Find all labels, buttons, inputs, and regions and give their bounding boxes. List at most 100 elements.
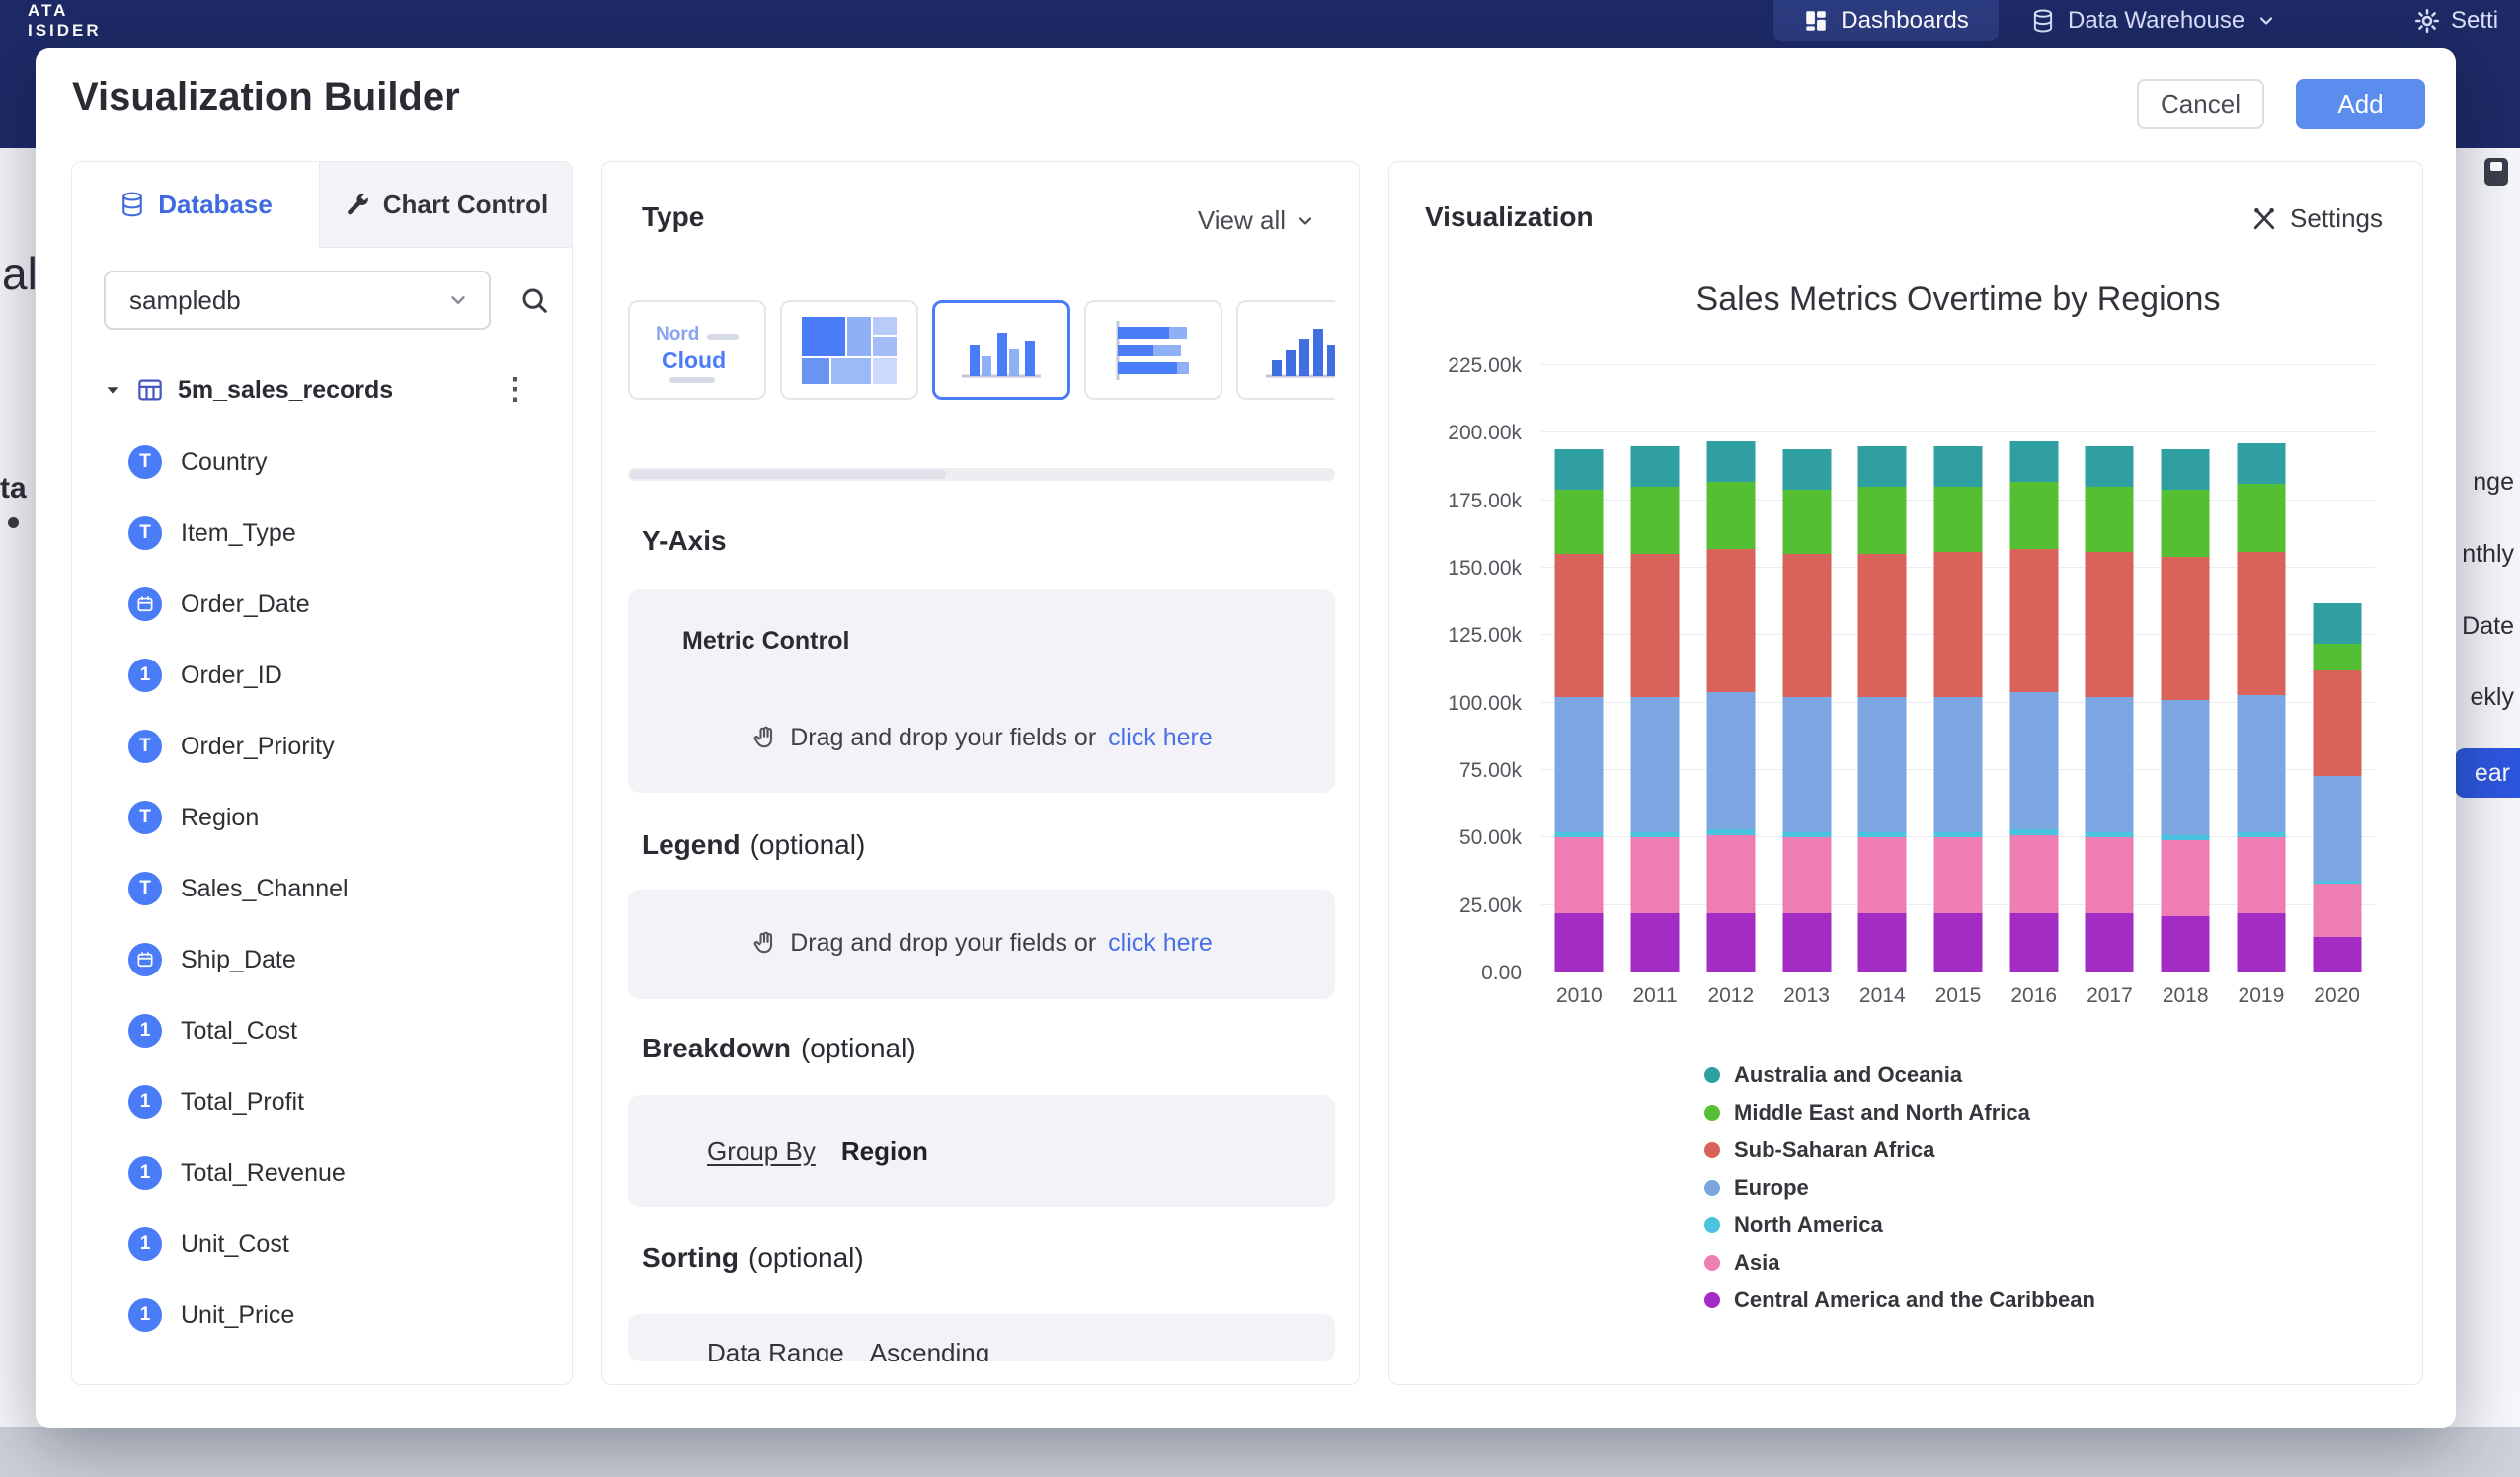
field-row-ship_date[interactable]: Ship_Date: [112, 924, 552, 995]
sorting-heading: Sorting(optional): [642, 1242, 864, 1274]
y-axis-heading: Y-Axis: [642, 525, 727, 557]
cancel-button[interactable]: Cancel: [2137, 79, 2264, 129]
field-row-order_date[interactable]: Order_Date: [112, 569, 552, 640]
histogram-thumbnail-icon: [1258, 317, 1335, 384]
search-icon[interactable]: [512, 278, 556, 322]
tab-chart-control[interactable]: Chart Control: [319, 162, 572, 248]
bar-segment: [1631, 913, 1680, 972]
x-axis-tick-label: 2019: [2224, 984, 2300, 1008]
bar-segment: [2237, 443, 2285, 484]
field-row-order_id[interactable]: 1Order_ID: [112, 640, 552, 711]
legend-item[interactable]: Sub-Saharan Africa: [1704, 1131, 2095, 1169]
chart-type-stacked-bar-selected[interactable]: [932, 300, 1070, 400]
bar-2015: [1921, 365, 1997, 972]
legend-item[interactable]: Asia: [1704, 1244, 2095, 1282]
bar-2012: [1693, 365, 1769, 972]
breakdown-dropzone[interactable]: Group By Region: [628, 1095, 1335, 1207]
table-icon: [135, 375, 165, 405]
bar-chart-thumbnail-icon: [954, 317, 1049, 384]
bar-segment: [1933, 837, 1982, 913]
bar-segment: [1858, 554, 1907, 697]
legend-dropzone[interactable]: Drag and drop your fields or click here: [628, 890, 1335, 999]
database-select-value: sampledb: [129, 285, 241, 316]
tab-database[interactable]: Database: [72, 162, 319, 247]
drop-hint-text: Drag and drop your fields or: [790, 724, 1096, 752]
viz-settings-label: Settings: [2290, 203, 2383, 234]
bar-segment: [1555, 913, 1604, 972]
nav-data-warehouse-button[interactable]: Data Warehouse: [2030, 0, 2276, 41]
table-tree-item[interactable]: 5m_sales_records ⋮: [72, 367, 572, 413]
horizontal-bar-thumbnail-icon: [1106, 317, 1201, 384]
chart-legend: Australia and OceaniaMiddle East and Nor…: [1704, 1056, 2095, 1319]
add-button[interactable]: Add: [2296, 79, 2425, 129]
field-type-text-icon: T: [128, 872, 162, 905]
chart-type-horizontal-bar[interactable]: [1084, 300, 1222, 400]
nav-settings-button[interactable]: Setti: [2413, 0, 2498, 41]
bar-segment: [1858, 697, 1907, 832]
database-select[interactable]: sampledb: [104, 271, 491, 330]
field-type-text-icon: T: [128, 516, 162, 550]
bar-segment: [2237, 484, 2285, 551]
bar-segment: [2009, 549, 2058, 692]
group-by-link[interactable]: Group By: [707, 1136, 816, 1167]
bar-segment: [1555, 837, 1604, 913]
field-row-total_profit[interactable]: 1Total_Profit: [112, 1066, 552, 1137]
y-axis-tick-label: 50.00k: [1409, 826, 1522, 850]
nav-dashboards-label: Dashboards: [1841, 7, 1968, 35]
chart-type-wordcloud[interactable]: Nord Cloud: [628, 300, 766, 400]
field-type-text-icon: T: [128, 445, 162, 479]
more-options-icon[interactable]: ⋮: [501, 375, 530, 405]
viz-settings-button[interactable]: Settings: [2250, 203, 2383, 234]
bar-segment: [1631, 697, 1680, 832]
field-type-date-icon: [128, 943, 162, 976]
chart-type-histogram[interactable]: [1236, 300, 1335, 400]
bar-segment: [2313, 884, 2361, 938]
field-row-sales_channel[interactable]: TSales_Channel: [112, 853, 552, 924]
legend-item[interactable]: Middle East and North Africa: [1704, 1094, 2095, 1131]
field-row-country[interactable]: TCountry: [112, 427, 552, 498]
x-axis-tick-label: 2010: [1541, 984, 1617, 1008]
type-list-scrollbar-thumb[interactable]: [630, 470, 946, 479]
breakdown-heading-label: Breakdown: [642, 1033, 791, 1063]
sorting-row[interactable]: Data Range Ascending: [628, 1314, 1335, 1361]
field-row-total_cost[interactable]: 1Total_Cost: [112, 995, 552, 1066]
bar-segment: [1631, 487, 1680, 554]
background-text-fragment: ta: [0, 472, 27, 505]
nav-dashboards-button[interactable]: Dashboards: [1773, 0, 1999, 41]
metric-control-dropzone[interactable]: Metric Control Drag and drop your fields…: [628, 589, 1335, 793]
sorting-heading-label: Sorting: [642, 1242, 739, 1273]
field-label: Order_ID: [181, 661, 282, 690]
bar-segment: [2237, 837, 2285, 913]
field-row-total_revenue[interactable]: 1Total_Revenue: [112, 1137, 552, 1208]
bar-segment: [2237, 913, 2285, 972]
bar-segment: [1631, 446, 1680, 487]
legend-click-here-link[interactable]: click here: [1108, 929, 1213, 958]
legend-item[interactable]: Central America and the Caribbean: [1704, 1282, 2095, 1319]
legend-item[interactable]: Europe: [1704, 1169, 2095, 1206]
view-all-button[interactable]: View all: [1198, 205, 1315, 236]
field-type-number-icon: 1: [128, 1298, 162, 1332]
database-icon: [2030, 8, 2056, 34]
legend-item[interactable]: Australia and Oceania: [1704, 1056, 2095, 1094]
breakdown-heading: Breakdown(optional): [642, 1033, 916, 1064]
field-row-unit_price[interactable]: 1Unit_Price: [112, 1280, 552, 1351]
legend-optional-label: (optional): [750, 829, 866, 860]
field-row-order_priority[interactable]: TOrder_Priority: [112, 711, 552, 782]
field-label: Ship_Date: [181, 946, 296, 974]
drag-hand-icon: [750, 930, 778, 958]
field-row-region[interactable]: TRegion: [112, 782, 552, 853]
bar-2017: [2072, 365, 2148, 972]
metric-click-here-link[interactable]: click here: [1108, 724, 1213, 752]
metric-drop-hint: Drag and drop your fields or click here: [628, 724, 1335, 752]
field-row-unit_cost[interactable]: 1Unit_Cost: [112, 1208, 552, 1280]
legend-item[interactable]: North America: [1704, 1206, 2095, 1244]
bar-segment: [2086, 487, 2134, 552]
chevron-down-icon: [2256, 11, 2276, 31]
sorting-field-link[interactable]: Data Range: [707, 1338, 844, 1361]
chart-type-treemap[interactable]: [780, 300, 918, 400]
app-logo: ATA ISIDER: [28, 1, 102, 40]
bar-segment: [2162, 490, 2210, 557]
field-row-item_type[interactable]: TItem_Type: [112, 498, 552, 569]
type-list-scrollbar[interactable]: [628, 468, 1335, 481]
legend-label: Europe: [1734, 1175, 1809, 1201]
